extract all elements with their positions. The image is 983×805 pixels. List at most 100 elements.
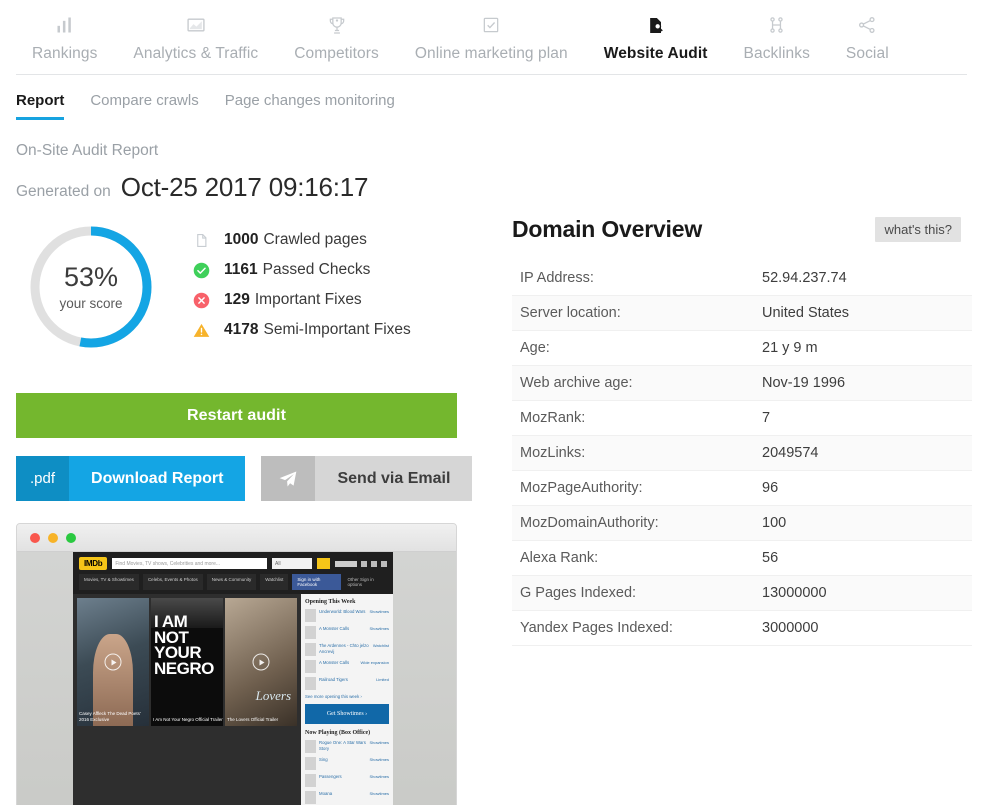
tab-report[interactable]: Report bbox=[16, 92, 65, 120]
nav-item-website-audit[interactable]: Website Audit bbox=[586, 14, 726, 63]
play-icon bbox=[252, 653, 270, 671]
nav-item-label: Competitors bbox=[294, 45, 379, 62]
whats-this-button[interactable]: what's this? bbox=[875, 217, 961, 242]
poster-thumb bbox=[305, 626, 316, 639]
poster-thumb bbox=[305, 677, 316, 690]
nav-item-rankings[interactable]: Rankings bbox=[14, 14, 115, 63]
right-column: Domain Overview what's this? IP Address:… bbox=[474, 203, 972, 646]
metric-value: 2049574 bbox=[762, 445, 819, 461]
send-via-email-button[interactable]: Send via Email bbox=[261, 456, 473, 501]
poster-thumb bbox=[305, 609, 316, 622]
imdb-body: Casey Affleck The Dead Poets' 2016 Exclu… bbox=[73, 594, 393, 805]
area-chart-icon bbox=[185, 14, 207, 36]
imdb-header: IMDb Find Movies, TV shows, Celebrities … bbox=[73, 552, 393, 594]
imdb-search-input: Find Movies, TV shows, Celebrities and m… bbox=[112, 558, 267, 569]
nav-item-backlinks[interactable]: Backlinks bbox=[726, 14, 828, 63]
stat-label: Passed Checks bbox=[262, 261, 371, 278]
list-item-title: A Monster Calls bbox=[319, 660, 350, 665]
list-item-title: A Monster Calls bbox=[319, 626, 350, 631]
facebook-icon bbox=[361, 560, 367, 567]
page-heading: On-Site Audit Report Generated on Oct-25… bbox=[0, 120, 983, 203]
bar-chart-icon bbox=[55, 14, 75, 36]
play-icon bbox=[104, 653, 122, 671]
poster-thumb bbox=[305, 791, 316, 804]
list-item-meta: Showtimes bbox=[369, 740, 389, 745]
report-actions: .pdf Download Report Send via Email bbox=[16, 456, 474, 501]
metric-key: MozPageAuthority: bbox=[520, 480, 643, 496]
left-column: 53% your score 1000 Crawled pages 1161 Pass… bbox=[16, 203, 474, 805]
link-nodes-icon bbox=[767, 14, 786, 36]
stat-row: 1161 Passed Checks bbox=[190, 260, 411, 280]
table-row: IP Address: 52.94.237.74 bbox=[512, 261, 972, 296]
metric-key: Server location: bbox=[520, 305, 621, 321]
window-minimize-dot-icon bbox=[48, 532, 58, 543]
stat-value: 1000 bbox=[224, 231, 259, 248]
audit-stats-list: 1000 Crawled pages 1161 Passed Checks 129 Imp… bbox=[190, 223, 411, 340]
site-screenshot-preview[interactable]: IMDb Find Movies, TV shows, Celebrities … bbox=[16, 523, 457, 805]
nav-item-social[interactable]: Social bbox=[828, 14, 907, 63]
stat-value: 4178 bbox=[224, 321, 259, 338]
nav-divider bbox=[16, 74, 967, 75]
imdb-menu-item: Celebs, Events & Photos bbox=[142, 574, 203, 590]
download-report-button[interactable]: .pdf Download Report bbox=[16, 456, 246, 501]
screenshot-body: IMDb Find Movies, TV shows, Celebrities … bbox=[17, 552, 456, 805]
imdb-search-button-icon bbox=[317, 558, 330, 569]
nav-item-analytics-traffic[interactable]: Analytics & Traffic bbox=[115, 14, 276, 63]
metric-value: 7 bbox=[762, 410, 771, 426]
imdb-sidebar: Opening This Week Underworld: Blood Wars… bbox=[301, 594, 393, 805]
checkbox-icon bbox=[481, 14, 501, 36]
nav-item-online-marketing-plan[interactable]: Online marketing plan bbox=[397, 14, 586, 63]
domain-overview-title: Domain Overview bbox=[512, 216, 703, 242]
generated-date: Oct-25 2017 09:16:17 bbox=[120, 172, 369, 202]
nav-item-label: Website Audit bbox=[603, 45, 708, 62]
hero-card-title: Lovers bbox=[255, 688, 291, 703]
nav-item-label: Backlinks bbox=[743, 45, 810, 62]
metric-value: Nov-19 1996 bbox=[762, 375, 846, 391]
table-row: MozPageAuthority: 96 bbox=[512, 471, 972, 506]
captured-page: IMDb Find Movies, TV shows, Celebrities … bbox=[73, 552, 393, 805]
table-row: G Pages Indexed: 13000000 bbox=[512, 575, 972, 611]
stat-row: 1000 Crawled pages bbox=[190, 230, 411, 250]
list-item-title: Rogue One: A Star Wars Story bbox=[319, 740, 366, 751]
list-item: Moana Showtimes bbox=[305, 791, 389, 804]
imdb-pro-badge bbox=[335, 560, 357, 567]
metric-key: MozDomainAuthority: bbox=[520, 515, 659, 531]
metric-value: 52.94.237.74 bbox=[762, 270, 847, 286]
stat-label: Crawled pages bbox=[263, 231, 367, 248]
list-item-meta: Wide expansion bbox=[360, 660, 389, 665]
list-item-title: Underworld: Blood Wars bbox=[319, 609, 366, 614]
nav-item-label: Analytics & Traffic bbox=[133, 45, 259, 62]
stat-value: 129 bbox=[224, 291, 250, 308]
domain-overview-table: IP Address: 52.94.237.74 Server location: U… bbox=[512, 261, 972, 646]
hero-card: Casey Affleck The Dead Poets' 2016 Exclu… bbox=[77, 598, 149, 726]
metric-key: IP Address: bbox=[520, 270, 594, 286]
stat-row: 4178 Semi-Important Fixes bbox=[190, 320, 411, 340]
poster-thumb bbox=[305, 740, 316, 753]
metric-key: G Pages Indexed: bbox=[520, 585, 637, 601]
generated-label: Generated on bbox=[16, 183, 111, 200]
list-item-meta: Showtimes bbox=[369, 626, 389, 631]
score-donut-svg bbox=[30, 226, 152, 348]
pdf-format-tag: .pdf bbox=[16, 456, 70, 501]
metric-value: 100 bbox=[762, 515, 787, 531]
tab-compare-crawls[interactable]: Compare crawls bbox=[90, 92, 198, 120]
table-row: MozLinks: 2049574 bbox=[512, 435, 972, 471]
tab-page-changes-monitoring[interactable]: Page changes monitoring bbox=[225, 92, 395, 120]
restart-audit-button[interactable]: Restart audit bbox=[16, 393, 457, 438]
opening-this-week-list: Underworld: Blood Wars Showtimes A Monster… bbox=[305, 609, 389, 690]
imdb-search-scope: All bbox=[272, 558, 312, 569]
imdb-menu-item: Movies, TV & Showtimes bbox=[79, 574, 139, 590]
nav-item-competitors[interactable]: Competitors bbox=[276, 14, 397, 63]
list-item-meta: Showtimes bbox=[369, 774, 389, 779]
hero-card: Lovers The Lovers Official Trailer bbox=[225, 598, 297, 726]
now-playing-heading: Now Playing (Box Office) bbox=[305, 730, 371, 736]
facebook-signin-button: Sign in with Facebook bbox=[292, 574, 341, 590]
metric-key: Age: bbox=[520, 340, 550, 356]
main-content: 53% your score 1000 Crawled pages 1161 Pass… bbox=[0, 203, 983, 805]
imdb-nav-menu: Movies, TV & Showtimes Celebs, Events & P… bbox=[79, 574, 387, 594]
send-via-email-label: Send via Email bbox=[315, 456, 473, 501]
metric-key: Yandex Pages Indexed: bbox=[520, 620, 673, 636]
hero-card-caption: The Lovers Official Trailer bbox=[227, 716, 279, 722]
table-row: Yandex Pages Indexed: 3000000 bbox=[512, 611, 972, 646]
table-row: Age: 21 y 9 m bbox=[512, 331, 972, 366]
